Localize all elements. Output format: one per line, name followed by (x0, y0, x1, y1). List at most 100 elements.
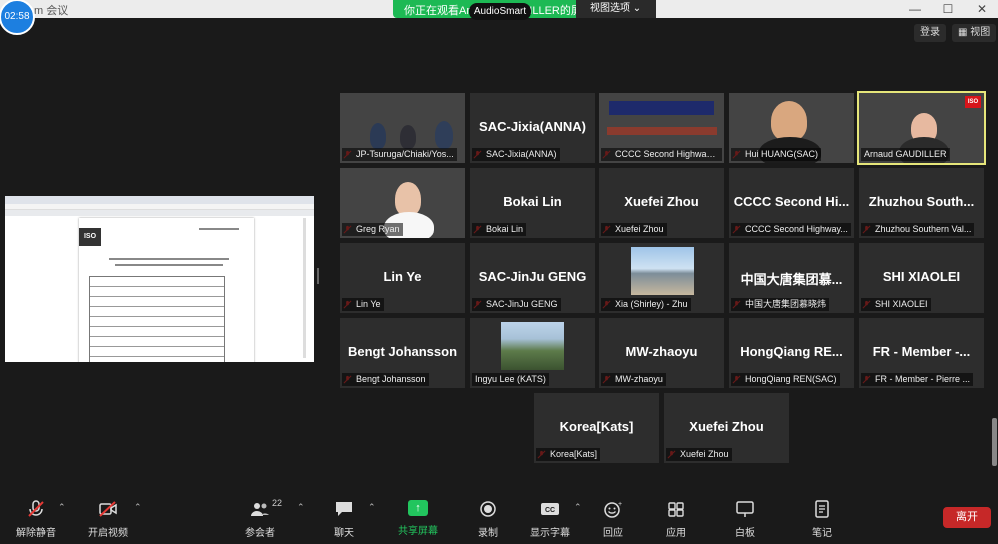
participant-name-label: CCCC Second Highway Co... (601, 148, 722, 161)
participant-name-label: JP-Tsuruga/Chiaki/Yos... (342, 148, 457, 161)
participant-display-name: SAC-JinJu GENG (478, 269, 587, 284)
participant-tile-active-speaker[interactable]: ISO Arnaud GAUDILLER (857, 91, 986, 165)
participant-display-name: Zhuzhou South... (868, 194, 975, 209)
participant-name-label: Xuefei Zhou (666, 448, 732, 461)
participant-tile[interactable]: Bokai Lin Bokai Lin (470, 168, 595, 238)
app-title: m 会议 (34, 5, 69, 17)
share-screen-icon: ↑ (408, 500, 428, 516)
participant-name-label: Greg Ryan (342, 223, 403, 236)
participant-display-name: FR - Member -... (872, 344, 971, 359)
maximize-icon[interactable]: ☐ (938, 1, 958, 17)
participant-tile[interactable]: HongQiang RE... HongQiang REN(SAC) (729, 318, 854, 388)
participants-count: 22 (272, 498, 283, 508)
meeting-timer: 02:58 (0, 0, 35, 35)
participant-display-name: Bokai Lin (503, 194, 562, 209)
participant-tile[interactable]: CCCC Second Highway Co... (599, 93, 724, 163)
unmute-button[interactable]: 解除静音 (6, 498, 66, 542)
start-video-label: 开启视频 (88, 528, 128, 539)
mic-muted-icon (28, 500, 44, 517)
iso-logo: ISO (79, 228, 101, 246)
participant-tile[interactable]: FR - Member -... FR - Member - Pierre ..… (859, 318, 984, 388)
participant-name-label: 中国大唐集团慕晓炜 (731, 298, 830, 311)
participant-tile[interactable]: Hui HUANG(SAC) (729, 93, 854, 163)
share-screen-label: 共享屏幕 (398, 526, 438, 537)
participant-name-label: SHI XIAOLEI (861, 298, 931, 311)
view-options-label: 视图选项 (590, 3, 630, 14)
participant-tile[interactable]: SAC-JinJu GENG SAC-JinJu GENG (470, 243, 595, 313)
meeting-toolbar: 解除静音 ⌃ 开启视频 ⌃ 参会者 22 ⌃ 聊天 ⌃ ↑ 共享屏幕 录制 CC… (0, 494, 998, 544)
participant-tile[interactable]: SHI XIAOLEI SHI XIAOLEI (859, 243, 984, 313)
participant-name-label: HongQiang REN(SAC) (731, 373, 840, 386)
participant-tile[interactable]: Bengt Johansson Bengt Johansson (340, 318, 465, 388)
audio-options-caret[interactable]: ⌃ (58, 502, 66, 513)
chat-button[interactable]: 聊天 (314, 498, 374, 542)
participant-tile[interactable]: Xia (Shirley) - Zhu (599, 243, 724, 313)
reactions-label: 回应 (603, 528, 623, 539)
view-options-button[interactable]: 视图选项 ⌄ (576, 0, 656, 18)
record-label: 录制 (478, 528, 498, 539)
participant-name-label: SAC-Jixia(ANNA) (472, 148, 560, 161)
view-button[interactable]: ▦ 视图 (952, 24, 997, 42)
participant-tile[interactable]: MW-zhaoyu MW-zhaoyu (599, 318, 724, 388)
participant-display-name: SHI XIAOLEI (882, 269, 961, 284)
whiteboard-button[interactable]: 白板 (715, 498, 775, 542)
participant-tile[interactable]: Xuefei Zhou Xuefei Zhou (664, 393, 789, 463)
whiteboard-icon (736, 501, 754, 517)
participant-tile[interactable]: SAC-Jixia(ANNA) SAC-Jixia(ANNA) (470, 93, 595, 163)
chat-options-caret[interactable]: ⌃ (368, 502, 376, 513)
participants-icon (251, 503, 269, 516)
agenda-table (89, 276, 225, 362)
captions-options-caret[interactable]: ⌃ (574, 502, 582, 513)
pdf-toolbar (5, 210, 314, 216)
reactions-button[interactable]: + 回应 (583, 498, 643, 542)
participant-display-name: SAC-Jixia(ANNA) (479, 119, 586, 134)
participant-name-label: Lin Ye (342, 298, 384, 311)
shared-document-page: ISO (79, 218, 254, 362)
captions-button[interactable]: CC 显示字幕 (520, 498, 580, 542)
splitter-handle[interactable] (317, 268, 319, 284)
login-button[interactable]: 登录 (914, 24, 946, 42)
apps-icon (668, 502, 684, 517)
participants-options-caret[interactable]: ⌃ (297, 502, 305, 513)
apps-button[interactable]: 应用 (646, 498, 706, 542)
profile-picture (631, 247, 694, 295)
document-scrollbar[interactable] (303, 218, 306, 358)
participant-name-label: SAC-JinJu GENG (472, 298, 561, 311)
audiosmart-badge: AudioSmart (469, 3, 531, 20)
view-button-label: 视图 (970, 27, 991, 38)
share-screen-button[interactable]: ↑ 共享屏幕 (388, 498, 448, 542)
participant-tile[interactable]: Xuefei Zhou Xuefei Zhou (599, 168, 724, 238)
shared-screen-view[interactable]: ISO (5, 196, 314, 362)
participant-name-label: FR - Member - Pierre ... (861, 373, 974, 386)
participant-display-name: Xuefei Zhou (624, 194, 699, 209)
profile-picture (501, 322, 564, 370)
participant-display-name: MW-zhaoyu (625, 344, 698, 359)
video-options-caret[interactable]: ⌃ (134, 502, 142, 513)
close-icon[interactable]: ✕ (972, 1, 992, 17)
participant-tile[interactable]: JP-Tsuruga/Chiaki/Yos... (340, 93, 465, 163)
participant-display-name: CCCC Second Hi... (733, 194, 850, 209)
participant-tile[interactable]: CCCC Second Hi... CCCC Second Highway... (729, 168, 854, 238)
gallery-scrollbar[interactable] (992, 418, 997, 466)
notes-icon (815, 500, 829, 518)
chevron-down-icon: ⌄ (632, 3, 642, 14)
participant-tile[interactable]: 中国大唐集团慕... 中国大唐集团慕晓炜 (729, 243, 854, 313)
record-icon (480, 501, 496, 517)
notes-label: 笔记 (812, 528, 832, 539)
participant-tile[interactable]: Ingyu Lee (KATS) (470, 318, 595, 388)
leave-meeting-button[interactable]: 离开 (943, 507, 991, 528)
participant-display-name: Xuefei Zhou (689, 419, 764, 434)
participant-tile[interactable]: Zhuzhou South... Zhuzhou Southern Val... (859, 168, 984, 238)
notes-button[interactable]: 笔记 (792, 498, 852, 542)
participant-tile[interactable]: Greg Ryan (340, 168, 465, 238)
participant-tile[interactable]: Korea[Kats] Korea[Kats] (534, 393, 659, 463)
participant-display-name: Korea[Kats] (559, 419, 634, 434)
start-video-button[interactable]: 开启视频 (78, 498, 138, 542)
minimize-icon[interactable]: — (905, 1, 925, 17)
apps-label: 应用 (666, 528, 686, 539)
participant-name-label: Hui HUANG(SAC) (731, 148, 822, 161)
record-button[interactable]: 录制 (458, 498, 518, 542)
iso-logo-badge: ISO (965, 96, 981, 108)
participant-tile[interactable]: Lin Ye Lin Ye (340, 243, 465, 313)
participant-name-label: CCCC Second Highway... (731, 223, 851, 236)
